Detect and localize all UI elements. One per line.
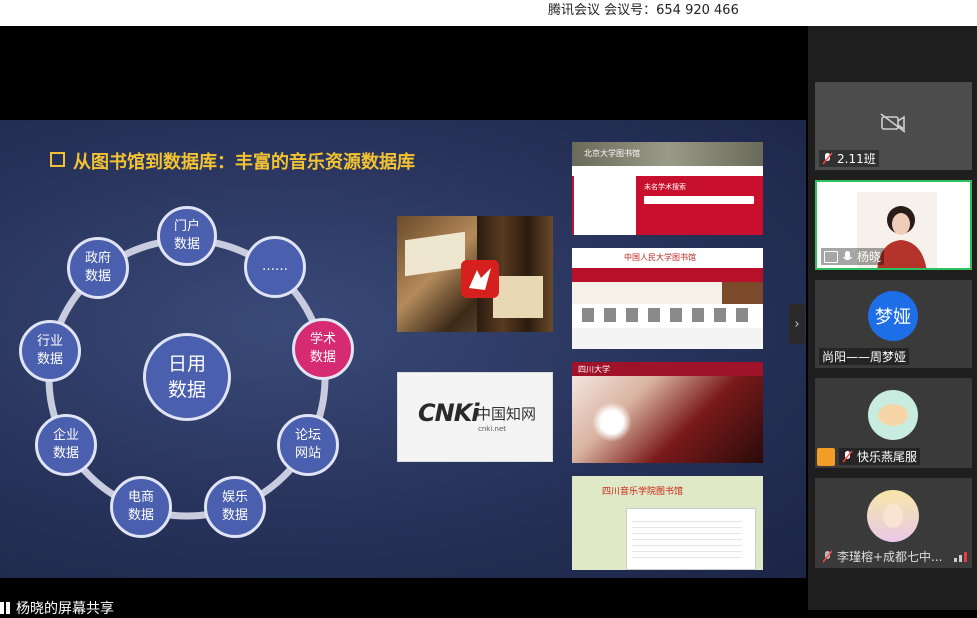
node-ecommerce: 电商数据 <box>110 476 172 538</box>
slide: 从图书馆到数据库：丰富的音乐资源数据库 日用数据 门户数据 …… 学术数据 论坛… <box>0 120 806 578</box>
share-indicator-icon <box>0 602 12 614</box>
pku-library-screenshot: 北京大学图书馆 未名学术搜索 <box>572 142 763 235</box>
camera-off-icon <box>880 113 906 133</box>
screen-share-label: 杨晓的屏幕共享 <box>0 598 114 618</box>
participant-tile[interactable]: 2.11班 <box>815 82 972 170</box>
cnki-chinese-name: 中国知网 <box>476 405 537 423</box>
mic-muted-icon <box>822 550 833 563</box>
participant-tile[interactable]: 李瑾榕+成都七中... <box>815 478 972 568</box>
screen-share-icon <box>824 250 838 263</box>
avatar: 梦娅 <box>868 291 918 341</box>
mic-muted-icon <box>822 152 833 165</box>
node-government: 政府数据 <box>67 237 129 299</box>
center-node: 日用数据 <box>143 333 231 421</box>
participant-tile[interactable]: 快乐燕尾服 <box>815 378 972 468</box>
avatar <box>867 490 919 542</box>
node-industry: 行业数据 <box>19 320 81 382</box>
mic-icon <box>843 251 852 261</box>
books-image <box>397 216 553 332</box>
node-portal: 门户数据 <box>157 206 217 266</box>
participant-name-tag: 快乐燕尾服 <box>839 448 921 465</box>
sccm-library-screenshot: 四川音乐学院图书馆 <box>572 476 763 570</box>
cnki-url: cnki.net <box>478 425 506 433</box>
participant-name-tag: 尚阳——周梦娅 <box>819 348 910 365</box>
mic-muted-icon <box>842 450 853 463</box>
avatar <box>868 390 918 440</box>
ruc-library-screenshot: 中国人民大学图书馆 <box>572 248 763 349</box>
participant-name-tag: 李瑾榕+成都七中... <box>819 548 946 565</box>
top-bar: 腾讯会议 会议号：654 920 466 <box>0 0 977 26</box>
node-forum: 论坛网站 <box>277 414 339 476</box>
participant-name-tag: 2.11班 <box>819 150 879 167</box>
cnki-logo: CNKi <box>418 399 480 427</box>
app-logo-icon <box>461 260 499 298</box>
collapse-panel-button[interactable]: › <box>789 304 805 344</box>
participant-tile[interactable]: 梦娅 尚阳——周梦娅 <box>815 280 972 368</box>
node-academic: 学术数据 <box>292 318 354 380</box>
node-entertainment: 娱乐数据 <box>204 476 266 538</box>
participant-tile-active[interactable]: 杨晓 <box>815 180 972 270</box>
participant-name-tag: 杨晓 <box>821 248 885 265</box>
user-badge-icon <box>817 448 835 466</box>
book-page <box>493 276 543 318</box>
node-ellipsis: …… <box>244 236 306 298</box>
book-page <box>405 231 465 277</box>
node-enterprise: 企业数据 <box>35 414 97 476</box>
cnki-logo-image: CNKi 中国知网 cnki.net <box>397 372 553 462</box>
screen-share-area: 从图书馆到数据库：丰富的音乐资源数据库 日用数据 门户数据 …… 学术数据 论坛… <box>0 26 808 596</box>
scu-screenshot: 四川大学 <box>572 362 763 463</box>
meeting-title: 腾讯会议 会议号：654 920 466 <box>548 3 739 18</box>
signal-strength-icon <box>954 552 967 562</box>
